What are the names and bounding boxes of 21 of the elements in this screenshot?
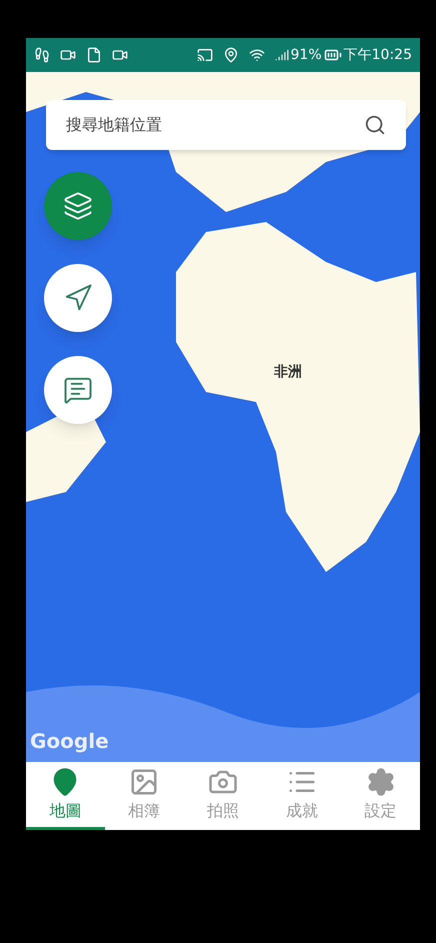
layers-icon (63, 191, 93, 221)
navigation-arrow-icon (63, 283, 93, 313)
image-icon (129, 766, 160, 796)
nav-tab[interactable]: 拍照 (184, 762, 262, 830)
nav-tab[interactable]: 成就 (262, 762, 342, 830)
google-logo: Google (30, 728, 109, 755)
nav-tab[interactable]: 設定 (341, 762, 420, 830)
cast-icon (196, 47, 213, 63)
card-icon (86, 47, 102, 63)
nav-tab[interactable]: 地圖 (26, 762, 105, 830)
search-icon (364, 114, 386, 136)
chat-bubble-icon (63, 375, 93, 405)
signal-icon (274, 48, 289, 62)
clock-time: 下午10:25 (344, 46, 412, 64)
search-field[interactable]: 搜尋地籍位置 (46, 100, 406, 150)
nav-tab[interactable]: 相簿 (104, 762, 184, 830)
footprints-icon (34, 47, 50, 63)
location-pin-icon (222, 47, 239, 63)
wifi-icon (248, 47, 265, 63)
battery-percent: 91% (290, 46, 322, 64)
map-label: 非洲 (274, 363, 302, 382)
